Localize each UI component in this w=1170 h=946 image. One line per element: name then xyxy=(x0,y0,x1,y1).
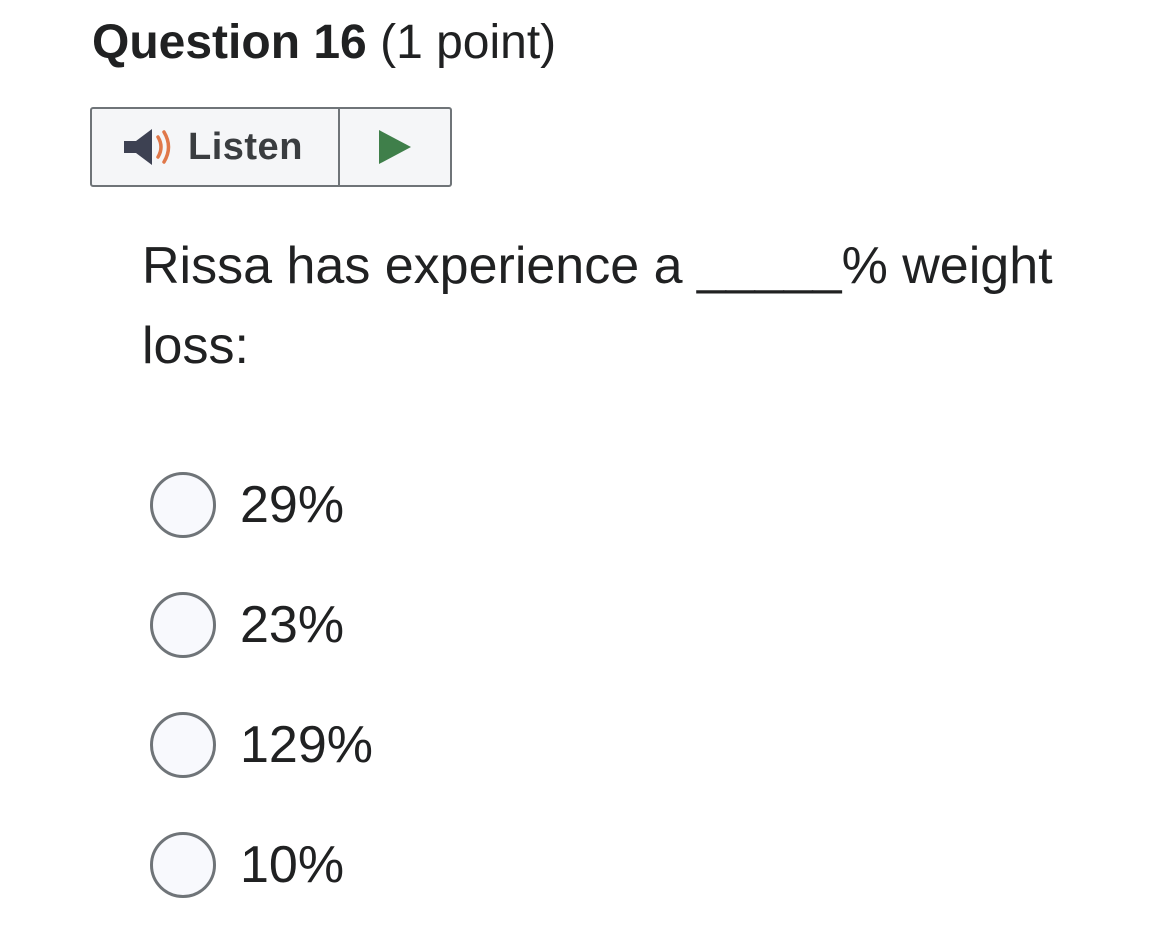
radio-button[interactable] xyxy=(150,712,216,778)
listen-widget: Listen xyxy=(90,107,452,187)
choice-label: 129% xyxy=(240,716,373,774)
radio-button[interactable] xyxy=(150,472,216,538)
question-prompt: Rissa has experience a _____% weight los… xyxy=(142,237,1053,375)
speaker-icon xyxy=(122,125,174,169)
choice-label: 23% xyxy=(240,596,345,654)
choice-label: 29% xyxy=(240,476,345,534)
play-button[interactable] xyxy=(340,109,450,185)
question-header: Question 16 (1 point) xyxy=(92,12,556,74)
choice-option[interactable]: 10% xyxy=(150,826,373,904)
answer-choices: 29% 23% 129% 10% xyxy=(150,466,373,946)
listen-button[interactable]: Listen xyxy=(92,109,340,185)
radio-button[interactable] xyxy=(150,832,216,898)
question-number: Question 16 xyxy=(92,16,367,69)
radio-button[interactable] xyxy=(150,592,216,658)
choice-option[interactable]: 29% xyxy=(150,466,373,544)
choice-label: 10% xyxy=(240,836,345,894)
choice-option[interactable]: 23% xyxy=(150,586,373,664)
question-points: (1 point) xyxy=(380,16,557,69)
play-icon xyxy=(375,127,415,167)
choice-option[interactable]: 129% xyxy=(150,706,373,784)
listen-label: Listen xyxy=(188,125,303,168)
